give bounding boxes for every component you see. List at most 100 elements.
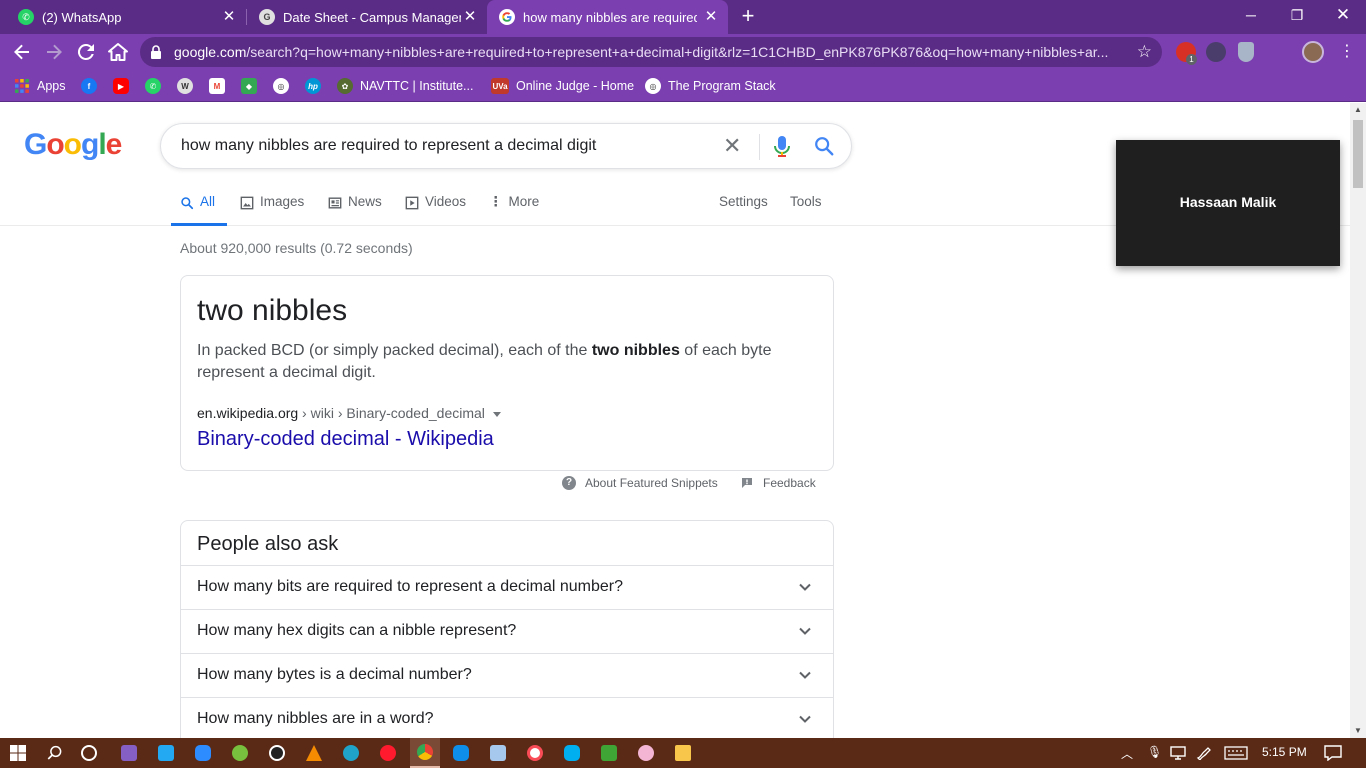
pen-icon[interactable] [1196,746,1212,760]
itunes-icon[interactable] [524,742,546,764]
tab-images[interactable]: Images [240,193,304,226]
scroll-down-icon[interactable]: ▼ [1350,724,1366,738]
pink-app-icon[interactable] [635,742,657,764]
lock-icon[interactable] [150,45,162,59]
microphone-tray-icon[interactable]: 🎙 [1147,745,1162,759]
page-scrollbar[interactable]: ▲ ▼ [1350,103,1366,738]
scroll-up-icon[interactable]: ▲ [1350,103,1366,117]
cortana-icon[interactable] [80,744,98,762]
about-label: About Featured Snippets [585,476,718,490]
close-window-button[interactable]: ✕ [1320,0,1366,30]
zoom-icon[interactable] [192,742,214,764]
bookmark-gmail[interactable]: M [209,76,232,96]
browser-toolbar: google.com/search?q=how+many+nibbles+are… [0,34,1366,93]
paa-question[interactable]: How many bytes is a decimal number? [181,653,833,697]
search-icon[interactable] [46,744,64,762]
tray-chevron-up-icon[interactable]: ︿ [1121,745,1133,762]
file-explorer-icon[interactable] [672,742,694,764]
chevron-down-icon[interactable] [797,711,813,727]
obs-icon[interactable] [266,742,288,764]
opera-icon[interactable] [377,742,399,764]
chrome-icon[interactable] [410,738,440,768]
chevron-down-icon[interactable] [797,623,813,639]
search-icon[interactable] [813,135,835,157]
bookmark-navttc[interactable]: ✿ NAVTTC | Institute... [337,76,473,96]
extension-cursor-icon[interactable] [1206,42,1226,62]
taskbar-clock[interactable]: 5:15 PM [1262,745,1307,759]
tab-title: (2) WhatsApp [42,9,122,25]
minimize-button[interactable]: ─ [1228,0,1274,30]
cite-domain: en.wikipedia.org [197,405,299,421]
settings-link[interactable]: Settings [719,193,768,226]
bookmark-program-stack[interactable]: ◎ The Program Stack [645,76,776,96]
extension-shield-icon[interactable] [1238,42,1254,62]
address-bar[interactable]: google.com/search?q=how+many+nibbles+are… [140,37,1162,67]
bookmark-globe[interactable]: ◎ [273,76,296,96]
scrollbar-thumb[interactable] [1353,120,1363,188]
paa-question[interactable]: How many nibbles are in a word? [181,697,833,738]
bookmark-wordpress[interactable]: W [177,76,200,96]
close-tab-icon[interactable]: ✕ [461,8,479,26]
virtualbox-icon[interactable] [487,742,509,764]
tab-news[interactable]: News [328,193,382,226]
utorrent-icon[interactable] [229,742,251,764]
bookmark-facebook[interactable]: f [81,76,104,96]
about-featured-snippets[interactable]: ? About Featured Snippets [562,476,718,490]
search-box[interactable]: how many nibbles are required to represe… [160,123,852,169]
hp-icon: hp [305,78,321,94]
skype-icon[interactable] [561,742,583,764]
chevron-down-icon[interactable] [797,667,813,683]
close-tab-icon[interactable]: ✕ [220,8,238,26]
back-arrow-icon[interactable] [10,40,34,64]
vscode-icon[interactable] [155,742,177,764]
feedback-link[interactable]: Feedback [741,476,816,490]
edge-icon[interactable] [340,742,362,764]
action-center-icon[interactable] [1324,745,1342,761]
green-app-icon[interactable] [598,742,620,764]
wordpress-icon: W [177,78,193,94]
close-tab-icon[interactable]: ✕ [702,8,720,26]
bookmark-apps[interactable]: Apps [14,76,66,96]
home-icon[interactable] [106,40,130,64]
tools-link[interactable]: Tools [790,193,822,226]
bookmark-youtube[interactable]: ▶ [113,76,136,96]
result-citation[interactable]: en.wikipedia.org › wiki › Binary-coded_d… [197,405,501,421]
participant-video-popup[interactable]: Hassaan Malik [1116,140,1340,266]
paa-question[interactable]: How many hex digits can a nibble represe… [181,609,833,653]
featured-result-link[interactable]: Binary-coded decimal - Wikipedia [197,428,494,451]
google-logo[interactable]: Google [24,128,122,162]
teamviewer-icon[interactable] [450,742,472,764]
url-text[interactable]: google.com/search?q=how+many+nibbles+are… [174,44,1124,60]
bookmark-online-judge[interactable]: UVa Online Judge - Home [491,76,634,96]
tab-label: More [508,194,540,209]
clear-search-icon[interactable]: ✕ [723,135,741,157]
windows-start-icon[interactable] [10,745,26,761]
bookmark-star-icon[interactable]: ☆ [1137,42,1152,62]
bookmark-hp[interactable]: hp [305,76,328,96]
chrome-menu-icon[interactable]: ⋮ [1339,42,1355,62]
tab-date-sheet[interactable]: G Date Sheet - Campus Manageme ✕ [247,0,487,34]
bookmark-maps[interactable]: ◆ [241,76,264,96]
microphone-icon[interactable] [773,135,791,159]
restore-button[interactable]: ❐ [1274,0,1320,30]
search-input[interactable]: how many nibbles are required to represe… [181,137,596,155]
paa-question[interactable]: How many bits are required to represent … [181,565,833,609]
bookmark-whatsapp[interactable]: ✆ [145,76,168,96]
tab-google-search[interactable]: how many nibbles are required t ✕ [487,0,728,34]
tab-videos[interactable]: Videos [405,193,466,226]
visual-studio-icon[interactable] [118,742,140,764]
profile-avatar[interactable] [1302,41,1324,63]
vlc-icon[interactable] [303,742,325,764]
question-text: How many bits are required to represent … [197,578,623,595]
network-icon[interactable] [1170,746,1186,760]
tab-all[interactable]: All [171,193,227,226]
keyboard-icon[interactable] [1224,746,1248,760]
forward-arrow-icon[interactable] [42,40,66,64]
caret-down-icon[interactable] [492,411,501,417]
tab-more[interactable]: ⋮ More [489,193,539,226]
reload-icon[interactable] [74,40,98,64]
new-tab-button[interactable]: + [737,5,759,27]
chevron-down-icon[interactable] [797,579,813,595]
tab-whatsapp[interactable]: ✆ (2) WhatsApp ✕ [0,0,246,34]
feedback-label: Feedback [763,476,816,490]
